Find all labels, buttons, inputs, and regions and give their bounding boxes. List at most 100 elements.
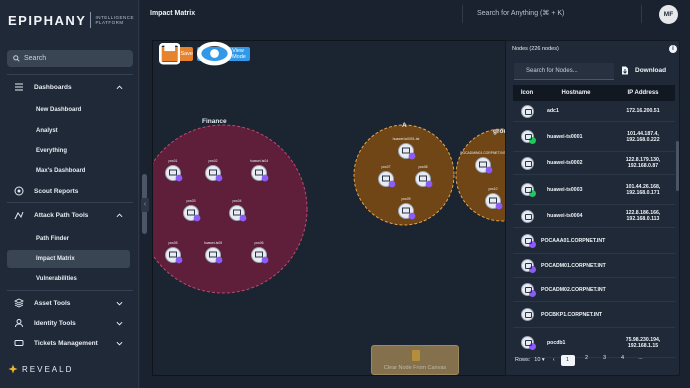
chevron-down-icon — [116, 341, 123, 346]
reveald-logo-icon — [8, 364, 18, 374]
row-icon-cell — [513, 283, 541, 297]
sidebar-item-path-finder[interactable]: Path Finder — [7, 230, 130, 248]
column-header-icon[interactable]: Icon — [513, 90, 541, 96]
computer-icon — [520, 259, 536, 273]
table-row[interactable]: adc1 172.16.200.51 — [513, 101, 675, 122]
trash-icon — [412, 350, 420, 361]
table-header: Icon Hostname IP Address — [513, 85, 675, 101]
table-row[interactable]: huawei-ts0002 122.8.179.130, 192.168.0.87 — [513, 152, 675, 175]
table-row[interactable]: POCAAA01.CORPNET.INT — [513, 228, 675, 254]
asset-tools-icon — [14, 298, 24, 308]
computer-icon — [520, 283, 536, 297]
sidebar-item-label: Identity Tools — [34, 319, 76, 327]
row-icon-cell — [513, 336, 541, 350]
page-button[interactable]: 2 — [581, 355, 593, 366]
sidebar-collapse-button[interactable]: ‹ — [141, 198, 149, 212]
sidebar-search-input[interactable]: Search — [7, 50, 133, 67]
table-row[interactable]: POCADM01.CORPNET.INT — [513, 254, 675, 278]
download-icon — [622, 66, 628, 75]
nodes-panel-scrollbar[interactable] — [676, 141, 679, 191]
graph-node-label: POCADMIN01.CORPNET.INT — [460, 151, 506, 155]
status-badge — [528, 343, 536, 350]
graph-node-label: huawei-ts05 — [204, 241, 222, 245]
ip-cell: 75.98.230.194, 192.168.1.15 — [625, 336, 661, 349]
column-header-ip[interactable]: IP Address — [611, 90, 675, 96]
clear-node-from-canvas-button[interactable]: Clear Node From Canvas — [371, 345, 459, 375]
divider — [7, 202, 133, 203]
nodes-search-input[interactable]: Search for Nodes... — [514, 63, 614, 80]
status-badge — [175, 256, 183, 264]
sidebar-item-label: Max's Dashboard — [36, 168, 86, 174]
status-badge — [408, 212, 416, 220]
hostname-cell: adc1 — [547, 108, 559, 114]
global-search-input[interactable]: Search for Anything (⌘ + K) — [462, 5, 642, 23]
scout-icon — [14, 186, 24, 196]
table-row[interactable]: POCADM02.CORPNET.INT — [513, 278, 675, 302]
graph-node-label: pcs04 — [232, 199, 241, 203]
page-button[interactable]: 4 — [617, 355, 629, 366]
computer-icon — [520, 156, 534, 170]
status-badge — [495, 202, 503, 210]
row-icon-cell — [513, 156, 541, 170]
status-badge — [175, 174, 183, 182]
hostname-cell: huawei-ts0003 — [547, 186, 583, 193]
sidebar-item-everything[interactable]: Everything — [7, 142, 130, 160]
graph-node-label: huawei-ts0001-tst — [393, 137, 420, 141]
sidebar-item-asset-tools[interactable]: Asset Tools — [0, 294, 135, 312]
hostname-cell: POCAAA01.CORPNET.INT — [541, 237, 606, 244]
ip-cell: 101.44.26.168, 192.168.0.171 — [625, 183, 661, 196]
sidebar-item-identity-tools[interactable]: Identity Tools — [0, 314, 135, 332]
graph-node-label: pcs09 — [401, 197, 410, 201]
sidebar-item-label: New Dashboard — [36, 107, 82, 113]
rows-per-page-label: Rows: — [515, 357, 531, 363]
brand-subtitle: INTELLIGENCE PLATFORM — [95, 15, 134, 25]
status-badge — [528, 290, 536, 297]
page-button[interactable]: 3 — [599, 355, 611, 366]
avatar[interactable]: MF — [659, 5, 678, 24]
rows-per-page-select[interactable]: 10 ▾ — [534, 357, 544, 363]
sidebar-item-attack-path-tools[interactable]: Attack Path Tools — [0, 206, 135, 224]
logo-divider — [90, 12, 92, 28]
graph-node-label: pcs08 — [418, 165, 427, 169]
computer-icon — [520, 183, 536, 197]
status-badge — [388, 180, 396, 188]
table-row[interactable]: huawei-ts0001 101.44.187.4, 192.168.0.222 — [513, 122, 675, 152]
hostname-cell: huawei-ts0001 — [547, 133, 583, 140]
sidebar-item-label: Impact Matrix — [36, 256, 75, 262]
table-body: adc1 172.16.200.51 huawei-ts0001 101.44.187… — [513, 101, 675, 358]
brand-logo[interactable]: EPIPHANY INTELLIGENCE PLATFORM — [8, 12, 135, 28]
download-button[interactable]: Download — [621, 66, 666, 75]
sidebar-item-new-dashboard[interactable]: New Dashboard — [7, 101, 130, 119]
rows-per-page-value: 10 — [534, 357, 541, 363]
sidebar-item-maxs-dashboard[interactable]: Max's Dashboard — [7, 162, 130, 180]
row-icon-cell — [513, 209, 541, 223]
sidebar-item-dashboards[interactable]: Dashboards — [0, 78, 135, 96]
column-header-hostname[interactable]: Hostname — [541, 90, 611, 96]
identity-tools-icon — [15, 319, 23, 328]
page-button[interactable]: ... — [635, 355, 647, 366]
row-icon-cell — [513, 104, 541, 118]
sidebar-item-analyst[interactable]: Analyst — [7, 122, 130, 140]
ip-cell: 122.8.179.130, 192.168.0.87 — [625, 157, 661, 169]
sidebar-item-label: Scout Reports — [34, 187, 79, 195]
sidebar-border — [138, 0, 139, 388]
sidebar-item-vulnerabilities[interactable]: Vulnerabilities — [7, 270, 130, 288]
graph-node-label: pcs03 — [186, 199, 195, 203]
nodes-panel-title: Nodes (226 nodes) — [512, 46, 559, 52]
table-row[interactable]: POCBKP1.CORPNET.INT — [513, 302, 675, 328]
table-row[interactable]: huawei-ts0003 101.44.26.168, 192.168.0.171 — [513, 175, 675, 205]
cluster-finance[interactable] — [153, 124, 308, 294]
table-row[interactable]: huawei-ts0004 122.8.186.166, 192.168.0.113 — [513, 205, 675, 228]
row-icon-cell — [513, 130, 541, 144]
page-button[interactable]: 1 — [560, 354, 575, 366]
info-icon[interactable]: i — [669, 45, 677, 53]
row-icon-cell — [513, 234, 541, 248]
sidebar-item-tickets-management[interactable]: Tickets Management — [0, 334, 135, 352]
status-badge — [215, 174, 223, 182]
sidebar: EPIPHANY INTELLIGENCE PLATFORM Search Da… — [0, 0, 140, 388]
nodes-panel: Nodes (226 nodes) i Search for Nodes... … — [505, 40, 680, 376]
sidebar-item-scout-reports[interactable]: Scout Reports — [0, 182, 135, 200]
sidebar-item-impact-matrix[interactable]: Impact Matrix — [7, 250, 130, 268]
divider — [7, 74, 133, 75]
ip-cell: 172.16.200.51 — [626, 108, 660, 114]
